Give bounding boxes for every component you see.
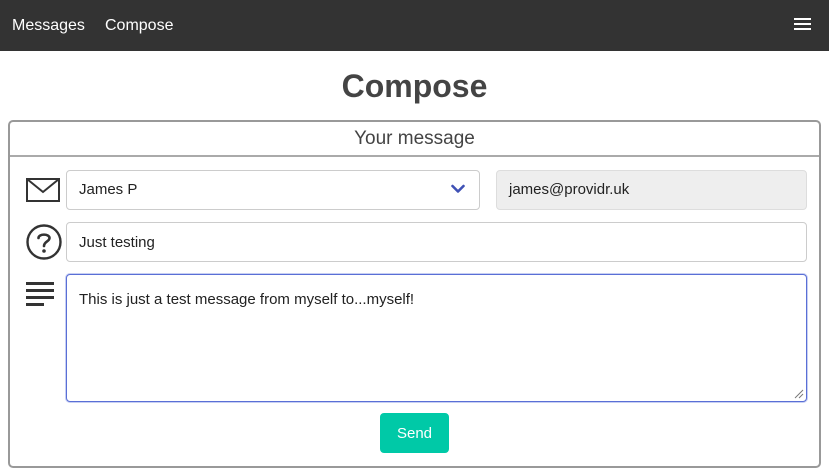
nav-compose-link[interactable]: Compose [105, 17, 173, 35]
recipient-email-field: james@providr.uk [496, 170, 807, 210]
send-button[interactable]: Send [380, 413, 449, 453]
message-card: Your message James P james@providr.uk Th… [8, 120, 821, 468]
recipient-select[interactable]: James P [66, 170, 480, 210]
card-header: Your message [10, 122, 819, 157]
message-textarea[interactable]: This is just a test message from myself … [66, 274, 807, 402]
page-title: Compose [341, 68, 488, 104]
top-navbar: Messages Compose [0, 0, 829, 51]
text-lines-icon [26, 282, 54, 306]
chevron-down-icon [451, 184, 465, 193]
subject-input[interactable] [66, 222, 807, 262]
question-circle-icon [26, 224, 62, 260]
hamburger-menu-icon[interactable] [794, 18, 811, 31]
recipient-select-value: James P [79, 181, 138, 198]
resize-grip-icon[interactable] [792, 387, 804, 399]
nav-messages-link[interactable]: Messages [12, 17, 85, 35]
envelope-icon [26, 178, 60, 202]
